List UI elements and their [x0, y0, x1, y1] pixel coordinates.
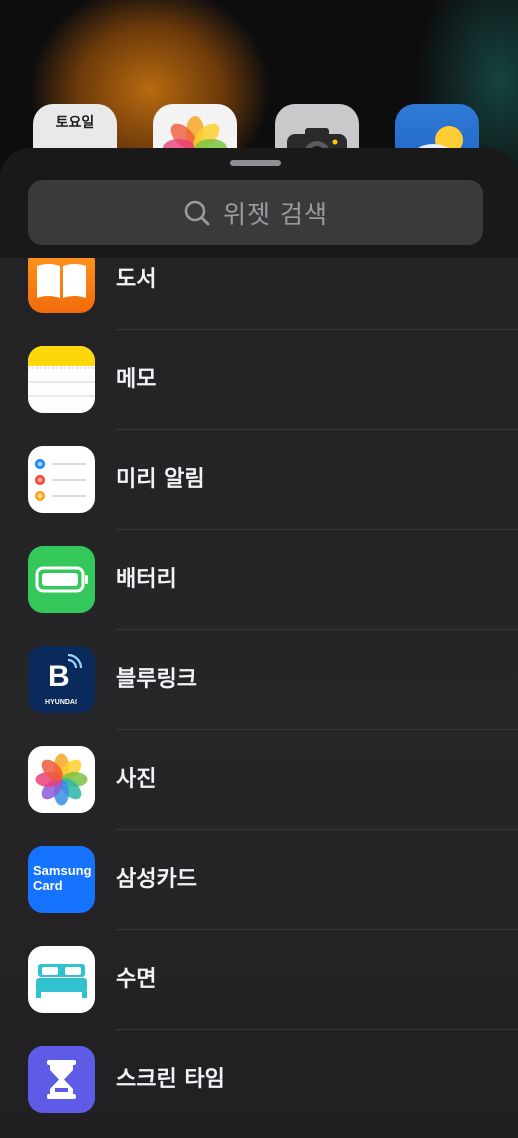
list-item-label: 사진: [116, 767, 157, 792]
list-item-label: 메모: [116, 367, 157, 392]
sheet-header: 위젯 검색: [0, 148, 518, 258]
sheet-grabber[interactable]: [230, 160, 281, 166]
photos-icon: [28, 746, 95, 813]
screen-time-icon: [28, 1046, 95, 1113]
list-item-label: 배터리: [116, 567, 177, 592]
widget-picker-sheet: 도서 메모 미리 알림 배터리 B HYUNDAI 블루링크 사진 Samsun…: [0, 148, 518, 1138]
samsung-card-icon-text: Samsung Card: [33, 863, 92, 893]
bluelink-icon: B HYUNDAI: [28, 646, 95, 713]
list-item-sleep[interactable]: 수면: [0, 930, 518, 1030]
list-item-samsung-card[interactable]: Samsung Card 삼성카드: [0, 830, 518, 930]
list-item-label: 블루링크: [116, 667, 197, 692]
search-icon: [184, 200, 210, 225]
search-placeholder: 위젯 검색: [223, 199, 328, 229]
bluelink-icon-text: HYUNDAI: [45, 699, 77, 706]
list-item-notes[interactable]: 메모: [0, 330, 518, 430]
list-item-photos[interactable]: 사진: [0, 730, 518, 830]
sleep-icon: [28, 946, 95, 1013]
calendar-day-label: 토요일: [55, 115, 95, 131]
reminders-icon: [28, 446, 95, 513]
list-item-label: 미리 알림: [116, 467, 205, 492]
list-item-label: 삼성카드: [116, 867, 197, 892]
svg-text:B: B: [48, 660, 70, 693]
list-item-battery[interactable]: 배터리: [0, 530, 518, 630]
notes-icon: [28, 346, 95, 413]
list-item-reminders[interactable]: 미리 알림: [0, 430, 518, 530]
list-item-label: 수면: [116, 967, 157, 992]
battery-icon: [28, 546, 95, 613]
list-item-screen-time[interactable]: 스크린 타임: [0, 1030, 518, 1130]
widget-search-field[interactable]: 위젯 검색: [28, 180, 483, 245]
list-item-label: 스크린 타임: [116, 1067, 225, 1092]
samsung-card-icon: Samsung Card: [28, 846, 95, 913]
list-item-bluelink[interactable]: B HYUNDAI 블루링크: [0, 630, 518, 730]
